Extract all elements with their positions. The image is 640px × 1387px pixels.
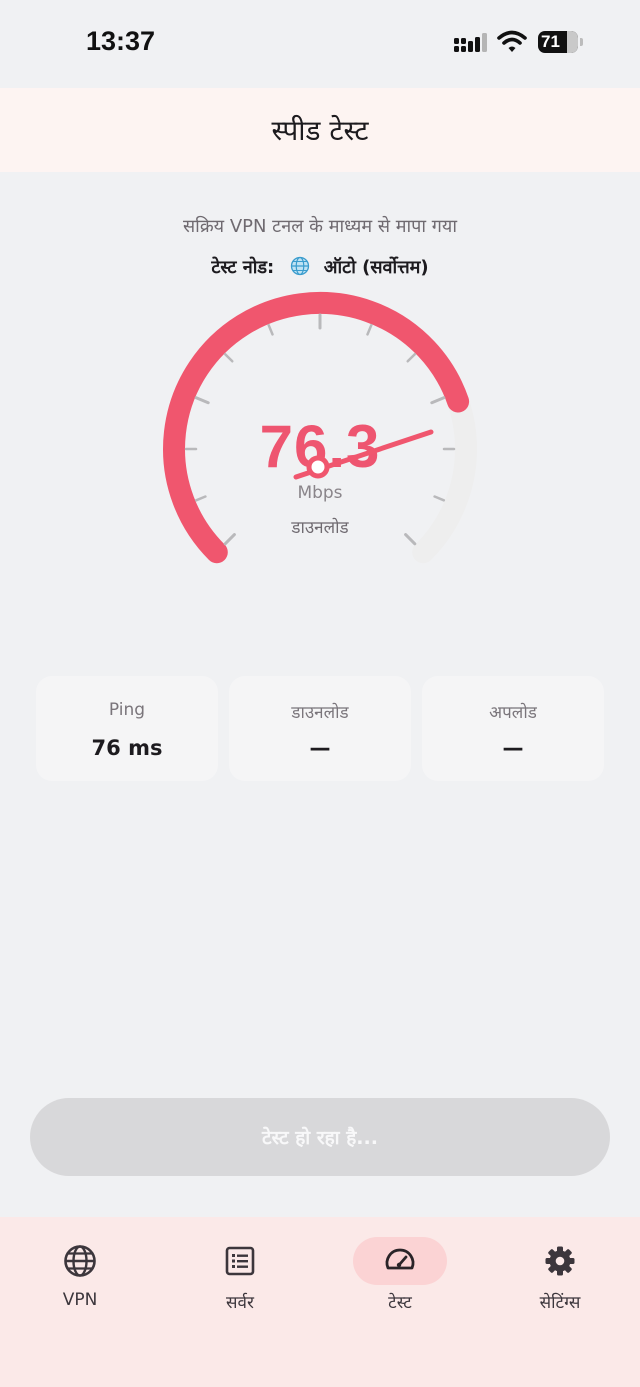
stat-label: डाउनलोड [291, 703, 349, 723]
wifi-icon [497, 30, 527, 52]
stat-label: अपलोड [489, 703, 537, 723]
nav-item-test[interactable]: टेस्ट [320, 1217, 480, 1337]
stat-card-upload: अपलोड — [422, 676, 604, 781]
cellular-signal-icon [454, 33, 487, 52]
test-node-value: ऑटो (सर्वोत्तम) [323, 257, 429, 278]
nav-label: VPN [62, 1290, 98, 1310]
globe-icon [64, 1245, 96, 1277]
nav-item-vpn[interactable]: VPN [0, 1217, 160, 1337]
gauge-needle [293, 429, 434, 480]
page-title: स्पीड टेस्ट [271, 114, 369, 147]
stat-card-ping: Ping 76 ms [36, 676, 218, 781]
test-node-row: टेस्ट नोड: ऑटो (सर्वोत्तम) [0, 255, 640, 279]
nav-item-servers[interactable]: सर्वर [160, 1217, 320, 1337]
bottom-navigation: VPN सर्वर टेस्ट सेटिंग्स [0, 1217, 640, 1387]
speedometer-icon [385, 1248, 415, 1270]
globe-icon [290, 256, 310, 276]
stat-label: Ping [108, 700, 146, 720]
battery-icon: 71 [538, 31, 578, 53]
nav-label: टेस्ट [388, 1293, 412, 1313]
nav-label: सेटिंग्स [539, 1293, 581, 1313]
gear-icon [545, 1246, 575, 1276]
stat-card-download: डाउनलोड — [229, 676, 411, 781]
app-header: स्पीड टेस्ट [0, 88, 640, 172]
measurement-subtitle: सक्रिय VPN टनल के माध्यम से मापा गया [183, 216, 457, 237]
stat-value: 76 ms [91, 736, 163, 760]
test-node-label: टेस्ट नोड: [211, 257, 275, 278]
list-icon [225, 1246, 255, 1276]
battery-cap [580, 38, 583, 46]
needle-hub [306, 455, 330, 479]
stat-value: — [502, 736, 524, 760]
stat-value: — [309, 736, 331, 760]
status-bar: 13:37 71 [0, 0, 640, 88]
status-time: 13:37 [86, 26, 156, 56]
nav-label: सर्वर [226, 1293, 254, 1313]
nav-item-settings[interactable]: सेटिंग्स [480, 1217, 640, 1337]
battery-level: 71 [541, 32, 560, 51]
start-test-button[interactable]: टेस्ट हो रहा है... [30, 1098, 610, 1176]
